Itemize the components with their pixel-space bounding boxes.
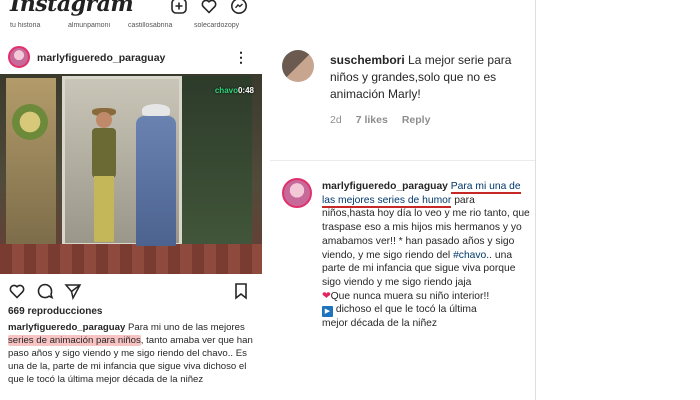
comment-likes[interactable]: 7 likes	[356, 114, 388, 126]
comment-body: suschembori La mejor serie para niños y …	[330, 52, 530, 103]
post-actions	[0, 280, 262, 302]
reply-button[interactable]: Reply	[402, 114, 431, 126]
like-heart-icon[interactable]	[8, 282, 26, 300]
heart-icon[interactable]	[200, 0, 218, 15]
view-count[interactable]: 669 reproducciones	[8, 306, 102, 317]
story-label[interactable]: almunpamoni	[68, 22, 110, 29]
divider	[270, 160, 535, 161]
red-heart-icon: ❤	[322, 290, 331, 302]
avatar[interactable]	[282, 178, 312, 208]
comment-age: 2d	[330, 114, 342, 126]
comment-text: mejor década de la niñez	[322, 318, 438, 330]
caption-text: Para mi uno de las mejores	[125, 322, 245, 333]
post-caption: marlyfigueredo_paraguay Para mi uno de l…	[8, 321, 258, 386]
caption-username[interactable]: marlyfigueredo_paraguay	[8, 322, 125, 333]
comment-username[interactable]: marlyfigueredo_paraguay	[322, 181, 448, 192]
play-icon: ▶	[322, 306, 333, 318]
instagram-logo[interactable]: Instagram	[10, 0, 134, 17]
hashtag-link[interactable]: #chavo	[453, 250, 486, 261]
bookmark-icon[interactable]	[232, 282, 250, 300]
story-label[interactable]: tu historia	[10, 22, 40, 29]
add-post-icon[interactable]	[170, 0, 188, 15]
video-person	[134, 104, 178, 254]
avatar[interactable]	[8, 46, 30, 68]
divider	[535, 0, 536, 400]
comment-icon[interactable]	[36, 282, 54, 300]
comment-meta: 2d 7 likes Reply	[330, 114, 430, 126]
comment-text: dichoso el que le tocó la última	[333, 304, 477, 316]
caption-highlight: series de animación para niños	[8, 335, 141, 346]
avatar[interactable]	[282, 50, 314, 82]
comment-text: Que nunca muera su niño interior!!	[330, 290, 490, 302]
post-video[interactable]: chavo0:48	[0, 74, 262, 274]
comments-panel: suschembori La mejor serie para niños y …	[270, 0, 536, 400]
story-label[interactable]: solecardozopy	[194, 22, 239, 29]
messenger-icon[interactable]	[230, 0, 248, 15]
stories-row: tu historia almunpamoni castillosabrina …	[0, 22, 262, 32]
video-watermark: chavo0:48	[214, 86, 254, 95]
video-person	[90, 108, 118, 252]
comment-username[interactable]: suschembori	[330, 53, 405, 67]
comment-body: marlyfigueredo_paraguay Para mi una de l…	[322, 180, 530, 331]
instagram-post-panel: Instagram tu historia almunpamoni castil…	[0, 0, 262, 400]
share-icon[interactable]	[64, 282, 82, 301]
post-username[interactable]: marlyfigueredo_paraguay	[37, 52, 165, 64]
post-header: marlyfigueredo_paraguay ⋮	[0, 40, 262, 74]
story-label[interactable]: castillosabrina	[128, 22, 172, 29]
fade-overlay	[270, 338, 535, 368]
top-bar: Instagram	[0, 0, 262, 22]
more-options-icon[interactable]: ⋮	[234, 49, 248, 66]
